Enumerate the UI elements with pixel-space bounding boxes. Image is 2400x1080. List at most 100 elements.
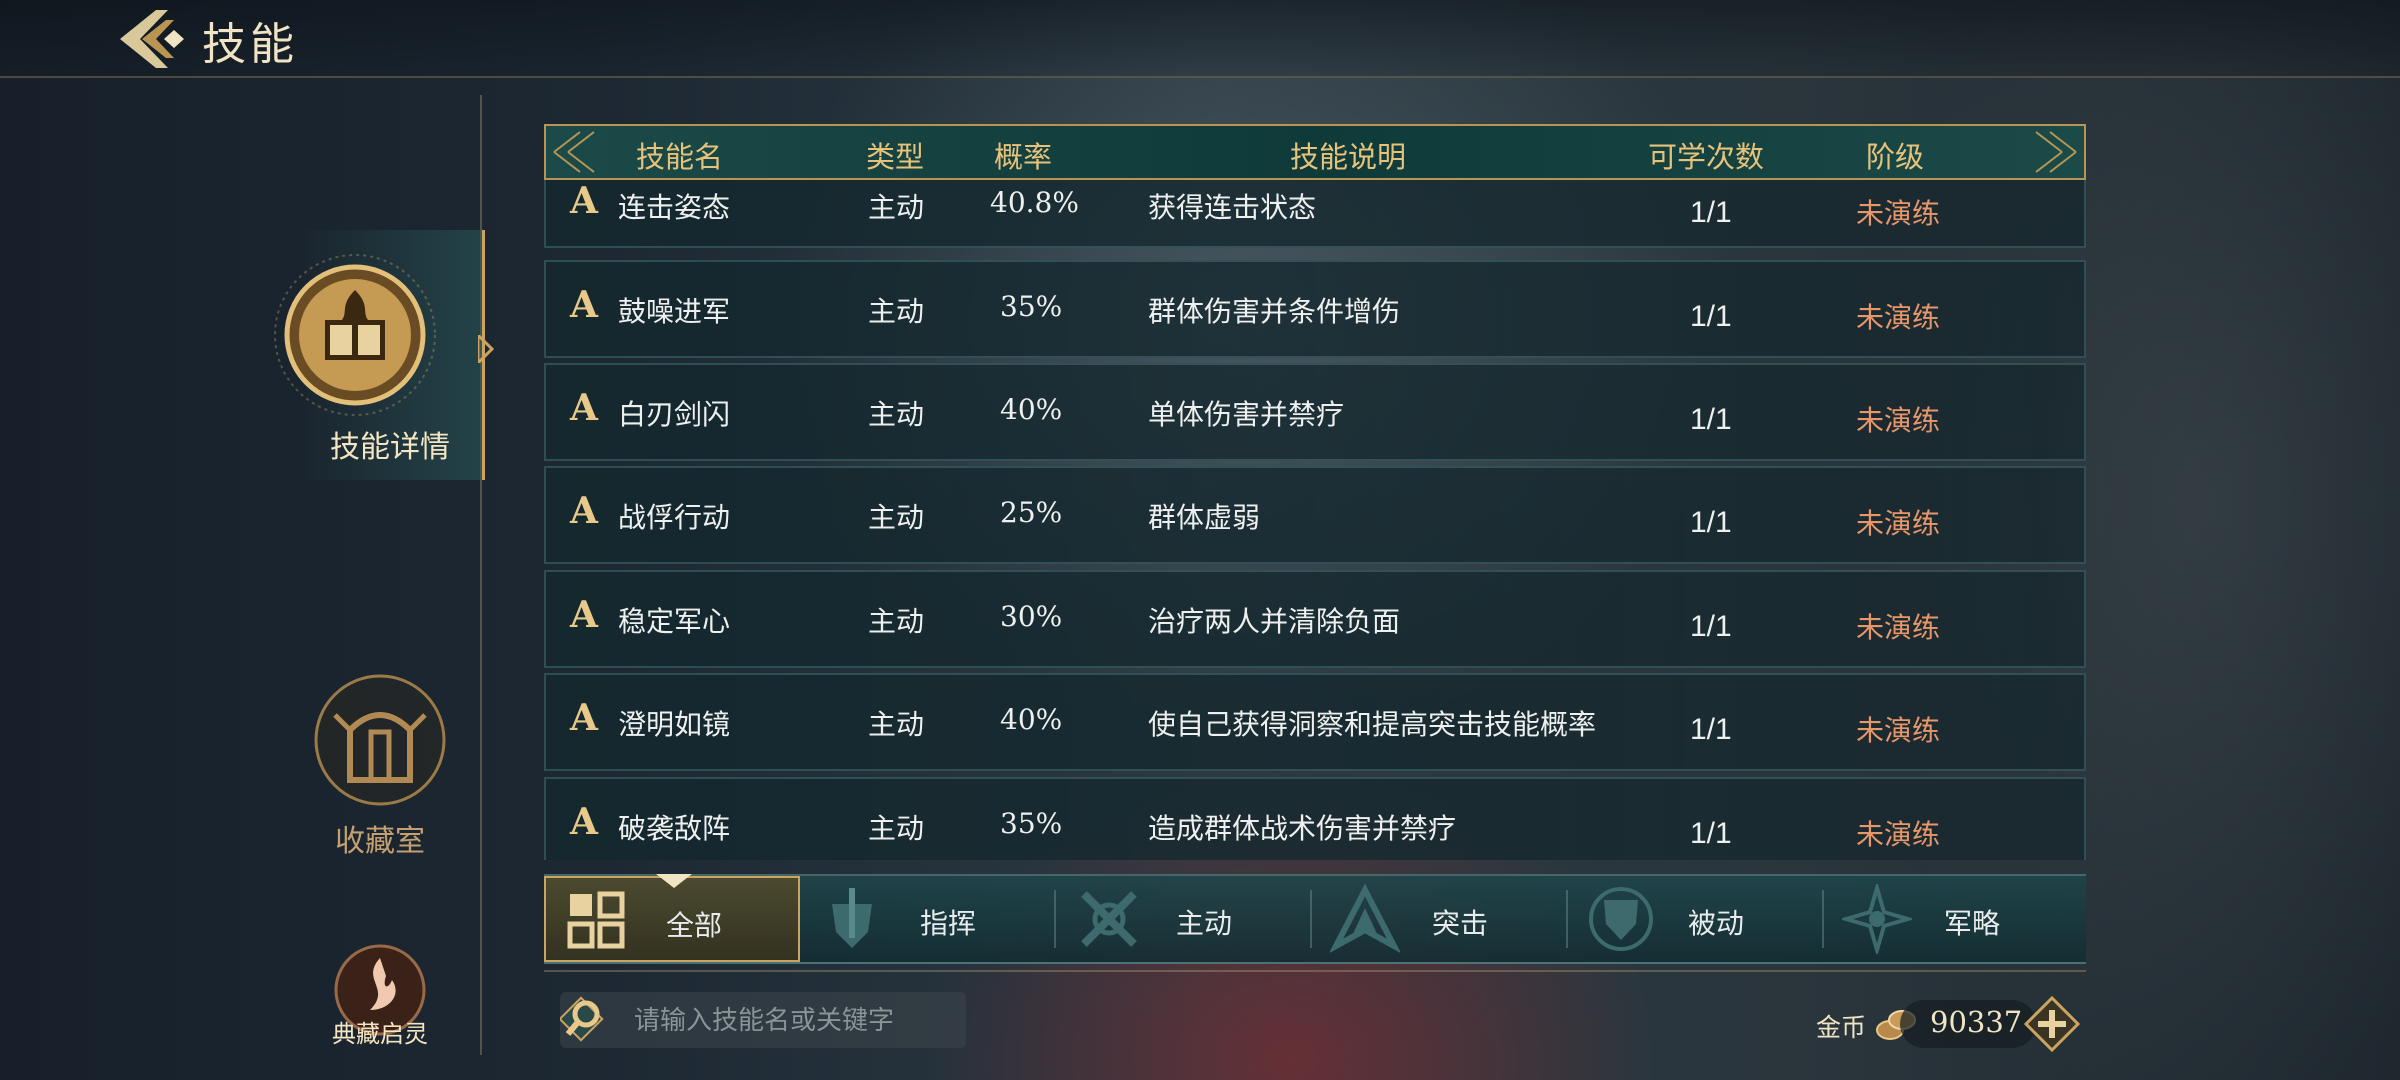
back-arrow-icon xyxy=(120,10,184,68)
column-header-description[interactable]: 技能说明 xyxy=(1290,134,1406,176)
divider xyxy=(544,970,2086,972)
skill-list[interactable]: A 连击姿态 主动 40.8% 获得连击状态 1/1 未演练 A 鼓噪进军 主动… xyxy=(544,180,2086,860)
skill-type-filter-bar: 全部 指挥 主动 突击 被动 军略 xyxy=(544,874,2086,964)
strategy-star-icon xyxy=(1842,884,1912,954)
skill-description: 群体伤害并条件增伤 xyxy=(1148,295,1401,328)
skill-type: 主动 xyxy=(868,812,925,845)
selected-caret-icon xyxy=(656,874,692,888)
learn-count: 1/1 xyxy=(1690,506,1732,539)
active-indicator-arrow-icon xyxy=(478,335,494,363)
skill-stage: 未演练 xyxy=(1856,611,1941,644)
header-ornament-right-icon xyxy=(2035,131,2077,173)
crossed-swords-icon xyxy=(1081,891,1137,947)
top-bar: 技能 xyxy=(0,0,2400,78)
tab-label: 被动 xyxy=(1688,907,1745,940)
table-row[interactable]: A 稳定军心 主动 30% 治疗两人并清除负面 1/1 未演练 xyxy=(544,570,2086,668)
skill-type: 主动 xyxy=(868,605,925,638)
skill-type: 主动 xyxy=(868,398,925,431)
sidebar-item-label: 收藏室 xyxy=(335,824,425,859)
grade-icon: A xyxy=(570,284,598,326)
table-row[interactable]: A 连击姿态 主动 40.8% 获得连击状态 1/1 未演练 xyxy=(544,180,2086,248)
tab-passive[interactable]: 被动 xyxy=(1568,876,1824,962)
skill-rate: 40.8% xyxy=(990,186,1079,219)
skill-stage: 未演练 xyxy=(1856,404,1941,437)
sidebar-item-label: 技能详情 xyxy=(330,430,450,465)
tab-label: 指挥 xyxy=(920,907,977,940)
grade-icon: A xyxy=(570,490,598,532)
skill-description: 使自己获得洞察和提高突击技能概率 xyxy=(1148,708,1597,741)
skill-name: 鼓噪进军 xyxy=(618,295,731,328)
skill-stage: 未演练 xyxy=(1856,714,1941,747)
skill-rate: 35% xyxy=(1000,807,1063,840)
search-box[interactable] xyxy=(560,992,966,1048)
skill-stage: 未演练 xyxy=(1856,301,1941,334)
grade-icon: A xyxy=(570,697,598,739)
header-ornament-left-icon xyxy=(553,131,595,173)
skill-rate: 40% xyxy=(1000,393,1063,426)
grade-icon: A xyxy=(570,180,598,222)
page-title: 技能 xyxy=(202,19,298,70)
add-gold-button[interactable] xyxy=(2023,995,2081,1053)
tab-strategy[interactable]: 军略 xyxy=(1824,876,2086,962)
sidebar-item-label: 典藏启灵 xyxy=(332,1020,428,1048)
tab-active-skill[interactable]: 主动 xyxy=(1056,876,1312,962)
skill-description: 群体虚弱 xyxy=(1148,501,1261,534)
skill-type: 主动 xyxy=(868,191,925,224)
table-row[interactable]: A 白刃剑闪 主动 40% 单体伤害并禁疗 1/1 未演练 xyxy=(544,363,2086,461)
tab-label: 全部 xyxy=(666,909,723,942)
gold-amount: 90337 xyxy=(1930,1005,2023,1039)
skill-name: 战俘行动 xyxy=(618,501,731,534)
grade-icon: A xyxy=(570,387,598,429)
column-header-stage[interactable]: 阶级 xyxy=(1866,134,1924,176)
skill-stage: 未演练 xyxy=(1856,197,1941,230)
back-button[interactable] xyxy=(112,6,192,72)
skill-type: 主动 xyxy=(868,708,925,741)
skill-description: 造成群体战术伤害并禁疗 xyxy=(1148,812,1457,845)
column-header-name[interactable]: 技能名 xyxy=(636,134,723,176)
table-header: 技能名 类型 概率 技能说明 可学次数 阶级 xyxy=(544,124,2086,180)
sidebar-item-skill-details[interactable]: 技能详情 xyxy=(274,230,485,480)
column-header-type[interactable]: 类型 xyxy=(866,134,924,176)
tab-all[interactable]: 全部 xyxy=(544,874,800,962)
tab-label: 主动 xyxy=(1176,907,1233,940)
skill-name: 白刃剑闪 xyxy=(618,398,731,431)
learn-count: 1/1 xyxy=(1690,610,1732,643)
skill-stage: 未演练 xyxy=(1856,818,1941,851)
skill-rate: 30% xyxy=(1000,600,1063,633)
grade-icon: A xyxy=(570,801,598,843)
search-icon xyxy=(560,996,604,1042)
sidebar-item-spirit[interactable]: 典藏启灵 xyxy=(300,940,460,1060)
assault-icon xyxy=(1330,884,1400,953)
skill-stage: 未演练 xyxy=(1856,507,1941,540)
skill-name: 澄明如镜 xyxy=(618,708,731,741)
sidebar-item-collection[interactable]: 收藏室 xyxy=(280,670,480,860)
table-row[interactable]: A 破袭敌阵 主动 35% 造成群体战术伤害并禁疗 1/1 未演练 xyxy=(544,777,2086,860)
plus-icon xyxy=(2023,995,2081,1053)
tab-label: 军略 xyxy=(1944,907,2001,940)
grid-icon xyxy=(567,891,625,949)
skill-type: 主动 xyxy=(868,295,925,328)
grade-icon: A xyxy=(570,594,598,636)
skill-description: 治疗两人并清除负面 xyxy=(1148,605,1401,638)
tab-assault[interactable]: 突击 xyxy=(1312,876,1568,962)
table-row[interactable]: A 战俘行动 主动 25% 群体虚弱 1/1 未演练 xyxy=(544,466,2086,564)
column-header-rate[interactable]: 概率 xyxy=(994,134,1052,176)
tab-command[interactable]: 指挥 xyxy=(800,876,1056,962)
collection-hall-icon xyxy=(314,674,446,806)
tab-label: 突击 xyxy=(1432,907,1489,940)
skill-name: 连击姿态 xyxy=(618,191,731,224)
shield-icon xyxy=(1589,887,1653,951)
learn-count: 1/1 xyxy=(1690,403,1732,436)
table-row[interactable]: A 澄明如镜 主动 40% 使自己获得洞察和提高突击技能概率 1/1 未演练 xyxy=(544,673,2086,771)
table-row[interactable]: A 鼓噪进军 主动 35% 群体伤害并条件增伤 1/1 未演练 xyxy=(544,260,2086,358)
learn-count: 1/1 xyxy=(1690,300,1732,333)
sword-shield-icon xyxy=(832,888,872,948)
column-header-learn-count[interactable]: 可学次数 xyxy=(1648,134,1764,176)
skill-name: 稳定军心 xyxy=(618,605,731,638)
search-input[interactable] xyxy=(632,1000,956,1042)
skill-book-icon xyxy=(274,254,436,416)
learn-count: 1/1 xyxy=(1690,713,1732,746)
skill-description: 单体伤害并禁疗 xyxy=(1148,398,1345,431)
learn-count: 1/1 xyxy=(1690,817,1732,850)
skill-rate: 35% xyxy=(1000,290,1063,323)
